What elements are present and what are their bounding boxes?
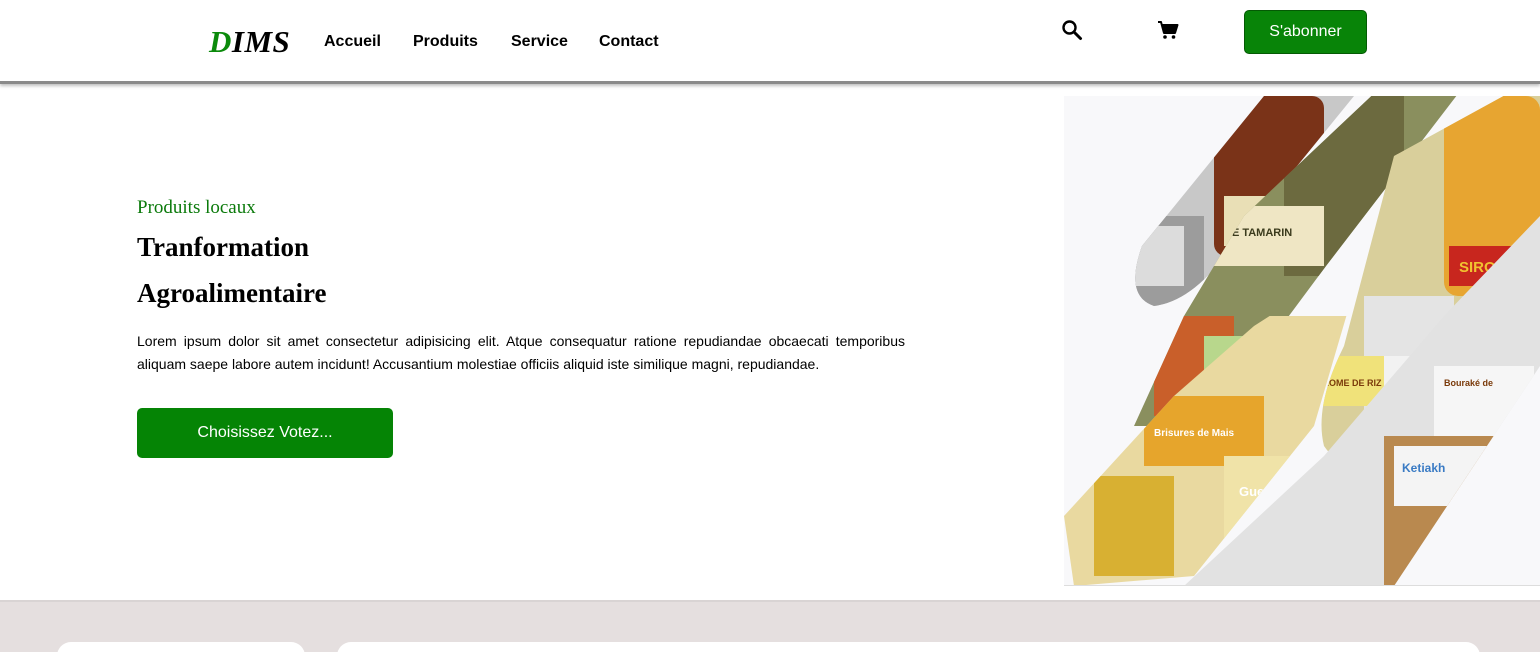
search-icon[interactable]	[1060, 18, 1084, 42]
choose-button[interactable]: Choisissez Votez...	[137, 408, 393, 458]
lower-card-left	[57, 642, 305, 652]
label-mais: Brisures de Mais	[1154, 428, 1234, 439]
logo-rest: IMS	[231, 24, 291, 59]
site-header: DIMS Accueil Produits Service Contact S'…	[0, 0, 1540, 84]
hero-description: Lorem ipsum dolor sit amet consectetur a…	[137, 333, 905, 372]
nav-contact[interactable]: Contact	[599, 33, 659, 51]
hero-eyebrow: Produits locaux	[137, 197, 256, 218]
cart-icon[interactable]	[1156, 18, 1180, 42]
nav-produits[interactable]: Produits	[413, 33, 478, 51]
logo-initial: D	[209, 24, 232, 59]
label-bourake: Bouraké de	[1444, 378, 1493, 388]
subscribe-button[interactable]: S'abonner	[1244, 10, 1367, 54]
hero-title: Tranformation Agroalimentaire	[137, 224, 637, 316]
nav-accueil[interactable]: Accueil	[324, 33, 381, 51]
label-ketiakh: Ketiakh	[1402, 461, 1445, 475]
hero-title-line1: Tranformation	[137, 232, 309, 262]
lower-card-main	[337, 642, 1480, 652]
nav-service[interactable]: Service	[511, 33, 568, 51]
hero-product-image: SIROP DE TAMARIN SIROP AROME DE RIZ	[1064, 96, 1540, 586]
logo[interactable]: DIMS	[209, 24, 290, 60]
hero-title-line2: Agroalimentaire	[137, 278, 327, 308]
